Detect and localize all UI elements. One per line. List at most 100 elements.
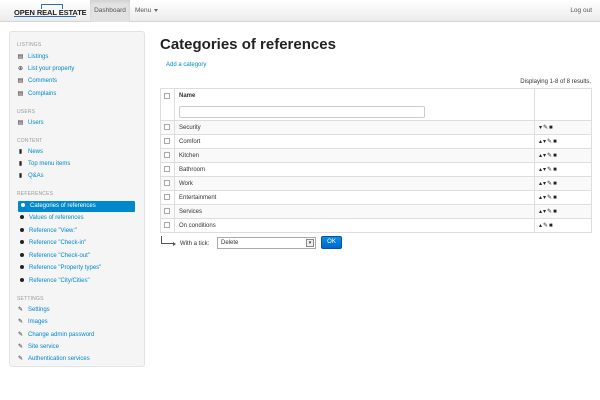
bullet-icon	[20, 253, 24, 258]
row-actions: ▴▾✎■	[534, 176, 592, 191]
bulk-action-bar: With a tick: Delete ▾ OK	[161, 236, 351, 252]
move-up-icon[interactable]: ▴	[539, 152, 542, 159]
row-checkbox[interactable]	[164, 180, 170, 187]
nav-menu-dropdown[interactable]: Menu	[135, 0, 159, 22]
edit-icon[interactable]: ✎	[547, 180, 552, 187]
delete-icon[interactable]: ■	[549, 125, 553, 131]
delete-icon[interactable]: ■	[553, 209, 557, 215]
edit-icon[interactable]: ✎	[543, 124, 548, 131]
sidebar-item-label: Top menu items	[28, 161, 71, 167]
sidebar-item-reference-city[interactable]: Reference "City/Cities"	[17, 276, 90, 287]
column-header-name[interactable]: Name	[174, 88, 535, 104]
sidebar-item-label: Reference "Check-in"	[29, 240, 87, 246]
caret-down-icon	[154, 8, 159, 12]
row-actions: ▾✎■	[534, 120, 592, 135]
logout-link[interactable]: Log out	[570, 0, 592, 22]
delete-icon[interactable]: ■	[553, 139, 557, 145]
select-all-checkbox[interactable]	[164, 92, 170, 99]
move-up-icon[interactable]: ▴	[539, 194, 542, 201]
select-all-cell	[160, 88, 175, 104]
row-checkbox[interactable]	[164, 222, 170, 229]
list-icon: ▤	[17, 91, 24, 97]
row-checkbox[interactable]	[164, 194, 170, 201]
nav-dashboard[interactable]: Dashboard	[90, 0, 130, 22]
sidebar-item-categories-of-references[interactable]: Categories of references	[18, 201, 135, 212]
sidebar-item-complains[interactable]: ▤ Complains	[17, 89, 57, 100]
move-down-icon[interactable]: ▾	[543, 180, 546, 187]
sidebar-item-qas[interactable]: ▮ Q&As	[17, 171, 44, 182]
table-row: Comfort ▴▾✎■	[160, 134, 592, 149]
sidebar-item-news[interactable]: ▮ News	[17, 147, 43, 158]
add-category-link[interactable]: Add a category	[166, 62, 206, 68]
move-down-icon[interactable]: ▾	[543, 194, 546, 201]
sidebar-item-reference-property-types[interactable]: Reference "Property types"	[17, 263, 101, 274]
sidebar-item-values-of-references[interactable]: Values of references	[17, 213, 84, 224]
edit-icon[interactable]: ✎	[547, 194, 552, 201]
move-down-icon[interactable]: ▾	[543, 138, 546, 145]
sidebar-item-reference-check-in[interactable]: Reference "Check-in"	[17, 238, 86, 249]
bullet-icon	[20, 265, 24, 270]
sidebar-item-reference-check-out[interactable]: Reference "Check-out"	[17, 251, 90, 262]
row-checkbox[interactable]	[164, 152, 170, 159]
sidebar-section-settings: SETTINGS	[17, 296, 44, 302]
logo[interactable]: OPEN REAL ESTATE	[14, 4, 87, 18]
bulk-action-select[interactable]: Delete ▾	[217, 237, 316, 249]
ok-button[interactable]: OK	[321, 236, 342, 249]
wrench-icon: ✎	[17, 332, 24, 338]
row-checkbox[interactable]	[164, 138, 170, 145]
sidebar-item-site-service[interactable]: ✎ Site service	[17, 342, 59, 353]
move-up-icon[interactable]: ▴	[539, 166, 542, 173]
delete-icon[interactable]: ■	[553, 167, 557, 173]
row-checkbox[interactable]	[164, 208, 170, 215]
bulk-label: With a tick:	[180, 241, 210, 247]
delete-icon[interactable]: ■	[549, 223, 553, 229]
sidebar-item-top-menu-items[interactable]: ▮ Top menu items	[17, 159, 71, 170]
row-actions: ▴▾✎■	[534, 204, 592, 219]
edit-icon[interactable]: ✎	[547, 138, 552, 145]
move-up-icon[interactable]: ▴	[539, 180, 542, 187]
row-check-cell	[160, 176, 175, 191]
row-check-cell	[160, 134, 175, 149]
table-row: Bathroom ▴▾✎■	[160, 162, 592, 177]
edit-icon[interactable]: ✎	[543, 222, 548, 229]
sidebar-item-settings[interactable]: ✎ Settings	[17, 305, 50, 316]
move-up-icon[interactable]: ▴	[539, 138, 542, 145]
move-down-icon[interactable]: ▾	[539, 124, 542, 131]
sidebar-item-comments[interactable]: ▤ Comments	[17, 76, 57, 87]
list-icon: ▤	[17, 120, 24, 126]
row-actions: ▴▾✎■	[534, 162, 592, 177]
row-check-cell	[160, 190, 175, 205]
name-filter-input[interactable]	[179, 105, 425, 118]
sidebar-item-listings[interactable]: ▤ Listings	[17, 52, 49, 63]
delete-icon[interactable]: ■	[553, 153, 557, 159]
file-icon: ▮	[18, 161, 23, 167]
sidebar-item-images[interactable]: ✎ Images	[17, 317, 48, 328]
move-down-icon[interactable]: ▾	[543, 166, 546, 173]
sidebar-item-users[interactable]: ▤ Users	[17, 118, 44, 129]
row-checkbox[interactable]	[164, 166, 170, 173]
file-icon: ▮	[18, 173, 23, 179]
delete-icon[interactable]: ■	[553, 195, 557, 201]
sidebar-item-label: Authentication services	[28, 356, 90, 362]
row-name: Services	[174, 204, 535, 219]
nav-menu-label: Menu	[135, 7, 152, 14]
sidebar-item-reference-view[interactable]: Reference "View:"	[17, 226, 77, 237]
move-down-icon[interactable]: ▾	[543, 208, 546, 215]
bullet-icon	[20, 215, 24, 220]
row-checkbox[interactable]	[164, 124, 170, 131]
sidebar-item-authentication-services[interactable]: ✎ Authentication services	[17, 354, 90, 365]
move-up-icon[interactable]: ▴	[539, 208, 542, 215]
row-actions: ▴✎■	[534, 218, 592, 233]
sidebar-item-label: Comments	[28, 78, 58, 84]
edit-icon[interactable]: ✎	[547, 166, 552, 173]
move-down-icon[interactable]: ▾	[543, 152, 546, 159]
result-count: Displaying 1-8 of 8 results.	[520, 79, 591, 85]
sidebar-item-list-your-property[interactable]: ⊕ List your property	[17, 64, 74, 75]
sidebar-item-label: Listings	[28, 54, 49, 60]
sidebar-item-change-admin-password[interactable]: ✎ Change admin password	[17, 330, 94, 341]
move-up-icon[interactable]: ▴	[539, 222, 542, 229]
wrench-icon: ✎	[17, 344, 24, 350]
edit-icon[interactable]: ✎	[547, 208, 552, 215]
delete-icon[interactable]: ■	[553, 181, 557, 187]
edit-icon[interactable]: ✎	[547, 152, 552, 159]
